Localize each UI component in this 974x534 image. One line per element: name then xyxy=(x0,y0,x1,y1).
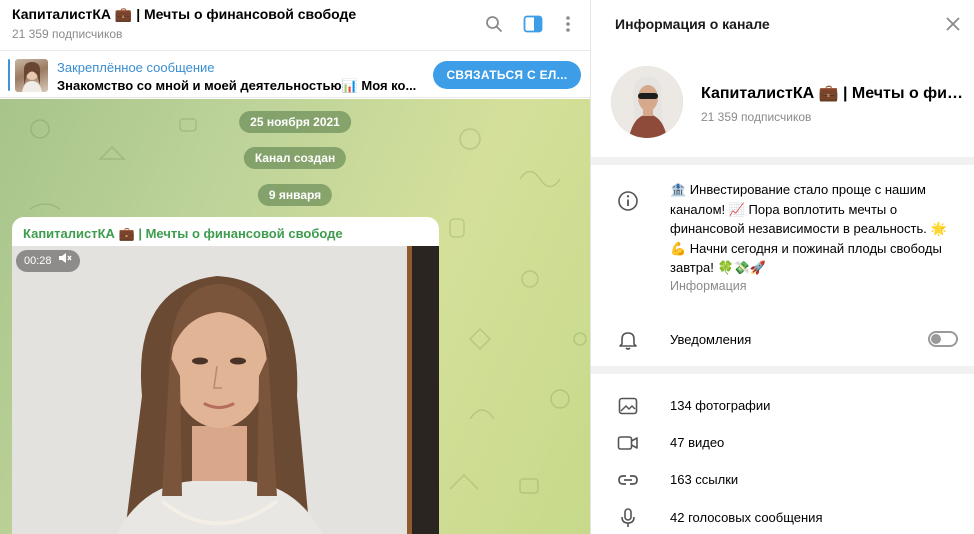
link-icon xyxy=(617,469,639,491)
pinned-indicator xyxy=(8,59,10,91)
video-icon xyxy=(617,432,639,454)
microphone-icon xyxy=(617,507,639,529)
channel-name: КапиталистКА 💼 | Мечты о финансовой своб… xyxy=(701,85,965,102)
chat-header[interactable]: КапиталистКА 💼 | Мечты о финансовой своб… xyxy=(0,0,590,50)
notifications-label: Уведомления xyxy=(670,332,752,347)
pinned-label: Закреплённое сообщение xyxy=(57,60,215,75)
notifications-row[interactable]: Уведомления xyxy=(591,322,974,358)
muted-speaker-icon[interactable] xyxy=(58,250,72,272)
search-icon[interactable] xyxy=(482,12,506,36)
media-label: 47 видео xyxy=(670,435,725,450)
pinned-text: Знакомство со мной и моей деятельностью📊… xyxy=(57,78,417,93)
toggle-knob xyxy=(931,334,941,344)
media-row-videos[interactable]: 47 видео xyxy=(591,425,974,461)
chat-panel: КапиталистКА 💼 | Мечты о финансовой своб… xyxy=(0,0,590,534)
channel-info-panel: Информация о канале КапиталистКА 💼 | Меч… xyxy=(590,0,974,534)
video-frame xyxy=(12,246,439,534)
contact-button[interactable]: СВЯЗАТЬСЯ С ЕЛ... xyxy=(433,61,581,89)
video-duration: 00:28 xyxy=(24,255,52,267)
message-author[interactable]: КапиталистКА 💼 | Мечты о финансовой своб… xyxy=(23,226,343,242)
description-label: Информация xyxy=(670,279,747,293)
chat-subscribers: 21 359 подписчиков xyxy=(12,27,123,41)
close-icon[interactable] xyxy=(943,14,963,34)
more-icon[interactable] xyxy=(556,12,580,36)
sidebar-toggle-icon[interactable] xyxy=(521,12,545,36)
media-row-photos[interactable]: 134 фотографии xyxy=(591,388,974,424)
pinned-thumbnail xyxy=(15,59,48,92)
notifications-toggle[interactable] xyxy=(928,331,958,347)
bell-icon xyxy=(617,329,639,351)
channel-avatar[interactable] xyxy=(611,66,683,138)
media-row-voice[interactable]: 42 голосовых сообщения xyxy=(591,500,974,534)
divider xyxy=(591,366,974,374)
divider xyxy=(591,157,974,165)
channel-subscribers: 21 359 подписчиков xyxy=(701,110,812,124)
date-separator: 9 января xyxy=(257,184,333,206)
photo-icon xyxy=(617,395,639,417)
date-separator: 25 ноября 2021 xyxy=(239,111,351,133)
video-message[interactable]: 00:28 xyxy=(12,246,439,534)
media-label: 163 ссылки xyxy=(670,472,739,487)
channel-created-notice: Канал создан xyxy=(243,147,347,169)
channel-description: 🏦 Инвестирование стало проще с нашим кан… xyxy=(670,182,947,275)
video-duration-badge[interactable]: 00:28 xyxy=(16,250,80,272)
chat-title[interactable]: КапиталистКА 💼 | Мечты о финансовой своб… xyxy=(12,6,356,23)
message-bubble[interactable]: КапиталистКА 💼 | Мечты о финансовой своб… xyxy=(12,217,439,534)
info-icon xyxy=(617,190,639,217)
media-label: 134 фотографии xyxy=(670,398,771,413)
media-row-links[interactable]: 163 ссылки xyxy=(591,462,974,498)
media-label: 42 голосовых сообщения xyxy=(670,510,823,525)
panel-title: Информация о канале xyxy=(615,16,770,32)
